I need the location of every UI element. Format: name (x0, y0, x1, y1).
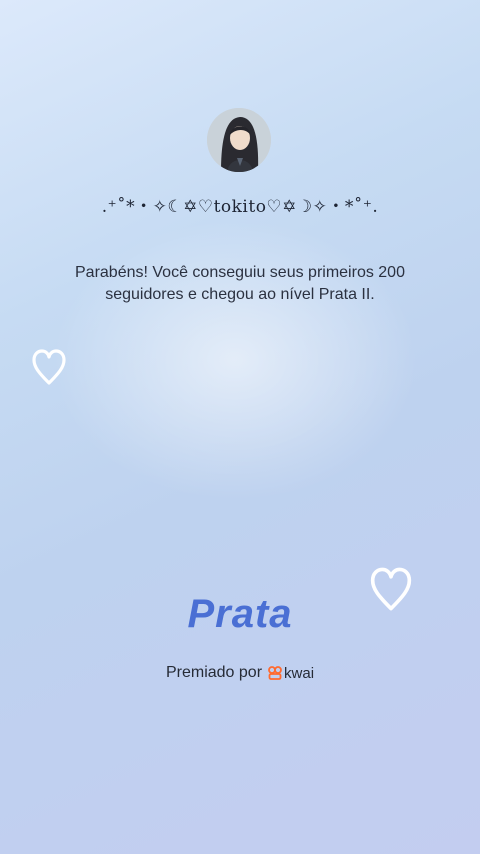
achievement-message: Parabéns! Você conseguiu seus primeiros … (40, 262, 440, 306)
username: .⁺˚*・✧☾✡♡tokito♡✡☽✧・*˚⁺. (101, 197, 379, 217)
avatar[interactable] (207, 108, 271, 172)
award-prefix: Premiado por (165, 664, 263, 681)
kwai-brand: kwai (268, 665, 314, 682)
kwai-logo-icon (268, 666, 282, 680)
message-line-1: Parabéns! Você conseguiu seus primeiros … (75, 264, 405, 281)
avatar-icon (207, 108, 271, 172)
heart-icon (32, 349, 66, 385)
award-line: Premiado por kwai (0, 664, 480, 682)
brand-name: kwai (284, 664, 315, 682)
message-line-2: seguidores e chegou ao nível Prata II. (105, 286, 375, 303)
level-title: Prata (187, 592, 293, 636)
